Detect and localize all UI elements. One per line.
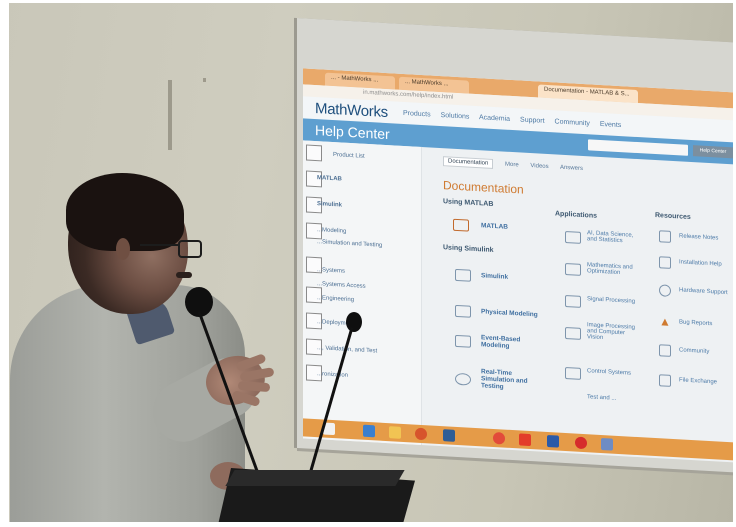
event-modeling-icon [455,334,471,348]
exchange-icon [659,374,671,387]
control-icon [565,366,581,380]
wrench-icon [659,256,671,269]
microphone-head [346,312,362,332]
app-mathematics[interactable]: Mathematics and Optimization [587,262,642,277]
windows-taskbar [303,418,736,462]
search-input[interactable] [588,139,688,156]
nav-solutions[interactable]: Solutions [441,112,470,121]
photo-scene: ... - MathWorks ... ... MathWorks ... Do… [0,0,736,527]
help-center-title[interactable]: Help Center [315,122,390,142]
mathworks-logo[interactable]: MathWorks [315,100,388,121]
resources-heading: Resources [655,212,691,222]
tab-documentation[interactable]: Documentation [443,156,494,169]
presenter-arm [142,347,268,453]
presenter-hand [198,345,272,415]
nav-community[interactable]: Community [555,118,590,127]
matlab-icon [453,218,469,232]
product-physical-modeling[interactable]: Physical Modeling [481,308,538,318]
ai-icon [565,230,581,244]
app-signal-processing[interactable]: Signal Processing [587,296,635,305]
annotation-tool-icon[interactable] [306,144,322,162]
whiteboard: ... - MathWorks ... ... MathWorks ... Do… [297,18,736,473]
signal-icon [565,294,581,308]
sidebar-item[interactable]: ...Systems Access [317,281,366,290]
doc-sidebar: Product List MATLAB Simulink ...Modeling… [303,140,422,447]
presenter-finger [235,353,267,372]
presenter-mustache [176,272,192,278]
real-time-icon [455,372,471,386]
wall-mark [203,78,206,82]
podium-top [225,470,405,486]
word-icon[interactable] [547,434,559,448]
resource-hardware-support[interactable]: Hardware Support [679,287,728,296]
release-notes-icon [659,230,671,243]
microphone-stem [197,310,259,472]
math-icon [565,262,581,276]
presenter-hair [66,173,184,251]
doc-subtabs: Documentation More Videos Answers [443,156,593,172]
resource-installation-help[interactable]: Installation Help [679,259,722,267]
resource-bug-reports[interactable]: Bug Reports [679,319,712,327]
page-title: Documentation [443,178,524,197]
resource-community[interactable]: Community [679,347,709,355]
presenter-jacket [10,285,245,527]
app-control-systems[interactable]: Control Systems [587,368,631,376]
projected-screen: ... - MathWorks ... ... MathWorks ... Do… [303,68,736,464]
section-heading: Using MATLAB [443,198,494,208]
camera-icon [565,326,581,340]
tab-answers[interactable]: Answers [560,165,583,172]
ie-icon[interactable] [363,424,375,438]
product-real-time-simulation[interactable]: Real-Time Simulation and Testing [481,368,536,392]
app-image-processing[interactable]: Image Processing and Computer Vision [587,322,642,343]
sidebar-item[interactable]: ...Simulation and Testing [317,239,382,249]
physical-modeling-icon [455,304,471,318]
presenter-head [68,176,188,314]
presenter-collar [124,294,176,346]
firefox-icon[interactable] [415,427,427,441]
search-scope-button[interactable]: Help Center [693,145,733,159]
product-simulink[interactable]: Simulink [481,272,508,281]
simulink-icon [455,268,471,282]
sidebar-item[interactable]: ...Engineering [317,295,354,303]
section-heading: Using Simulink [443,244,494,254]
app-icon[interactable] [601,437,613,451]
sidebar-item[interactable]: ...Systems [317,267,345,275]
sidebar-item[interactable]: Product List [333,152,365,160]
presenter-finger [237,380,271,393]
presenter-finger [239,367,275,382]
product-event-based-modeling[interactable]: Event-Based Modeling [481,334,531,351]
app-test[interactable]: Test and ... [587,394,616,402]
nav-products[interactable]: Products [403,110,431,119]
presenter-ear [116,238,130,260]
app-ai-data-science[interactable]: AI, Data Science, and Statistics [587,230,642,245]
warning-icon: ▲ [659,314,671,329]
monitor-icon[interactable] [443,429,455,442]
nav-academia[interactable]: Academia [479,114,510,123]
resource-release-notes[interactable]: Release Notes [679,233,718,241]
gear-icon [659,284,671,297]
wall-mark [168,80,172,150]
community-icon [659,344,671,357]
tab-videos[interactable]: Videos [530,163,548,170]
pdf-icon[interactable] [519,433,531,447]
nav-support[interactable]: Support [520,116,545,124]
glasses-arm [140,244,180,246]
chrome-icon[interactable] [493,431,505,445]
folder-icon[interactable] [389,426,401,439]
product-matlab[interactable]: MATLAB [481,222,508,231]
applications-heading: Applications [555,210,598,220]
nav-events[interactable]: Events [600,121,621,129]
tab-more[interactable]: More [505,162,519,169]
resource-file-exchange[interactable]: File Exchange [679,377,717,385]
presenter-finger [231,389,261,408]
opera-icon[interactable] [575,436,587,450]
glasses-icon [178,240,202,258]
